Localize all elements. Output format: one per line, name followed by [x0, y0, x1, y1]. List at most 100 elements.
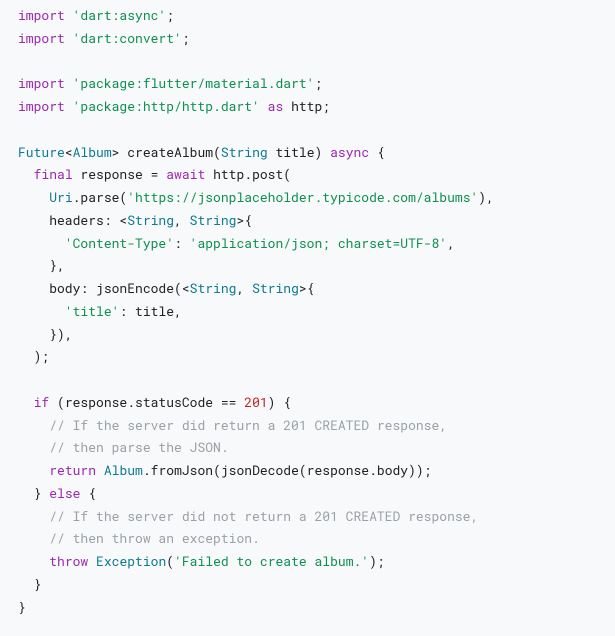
token-punct	[18, 438, 49, 456]
token-punct	[18, 552, 49, 570]
code-line: },	[18, 254, 597, 277]
token-ident: : title,	[119, 302, 181, 320]
token-ident: http	[291, 97, 322, 115]
token-type: Uri	[49, 188, 72, 206]
token-type: String	[190, 279, 237, 297]
code-line: import 'dart:convert';	[18, 27, 597, 50]
token-punct	[18, 507, 49, 525]
token-ident: title)	[268, 143, 330, 161]
code-line: // then parse the JSON.	[18, 436, 597, 459]
token-ident: .fromJson(jsonDecode(response.body));	[143, 461, 432, 479]
token-type: Album	[73, 143, 112, 161]
token-ident: response =	[73, 165, 167, 183]
token-punct: (	[213, 143, 221, 161]
code-line: 'Content-Type': 'application/json; chars…	[18, 232, 597, 255]
token-str: 'https://jsonplaceholder.typicode.com/al…	[127, 188, 478, 206]
token-punct	[18, 461, 49, 479]
code-line	[18, 118, 597, 141]
code-line: }	[18, 596, 597, 619]
token-punct: >{	[236, 211, 252, 229]
token-kw: import	[18, 29, 73, 47]
token-punct: },	[18, 256, 65, 274]
token-ident: createAlbum	[127, 143, 213, 161]
token-type: String	[252, 279, 299, 297]
token-type: Exception	[96, 552, 166, 570]
code-line: // then throw an exception.	[18, 527, 597, 550]
token-type: Album	[104, 461, 143, 479]
code-line: }	[18, 573, 597, 596]
token-type: String	[190, 211, 237, 229]
token-punct: ),	[478, 188, 494, 206]
token-comment: // If the server did return a 201 CREATE…	[49, 416, 447, 434]
token-str: 'dart:convert'	[73, 29, 182, 47]
token-ident: .parse(	[73, 188, 128, 206]
token-num: 201	[244, 393, 267, 411]
token-punct	[88, 552, 96, 570]
token-comment: // then throw an exception.	[49, 529, 260, 547]
code-line: // If the server did return a 201 CREATE…	[18, 414, 597, 437]
token-punct: {	[369, 143, 385, 161]
token-kw: throw	[49, 552, 88, 570]
code-line: body: jsonEncode(<String, String>{	[18, 277, 597, 300]
code-line	[18, 368, 597, 391]
token-punct: ,	[447, 234, 455, 252]
token-ident: headers: <	[18, 211, 127, 229]
code-block: import 'dart:async';import 'dart:convert…	[0, 0, 615, 636]
token-comment: // If the server did not return a 201 CR…	[49, 507, 478, 525]
token-ident: http.post(	[205, 165, 291, 183]
token-punct: ;	[314, 74, 322, 92]
token-punct: }	[18, 598, 26, 616]
token-str: 'dart:async'	[73, 6, 167, 24]
code-line: 'title': title,	[18, 300, 597, 323]
token-punct: ;	[322, 97, 330, 115]
code-line: return Album.fromJson(jsonDecode(respons…	[18, 459, 597, 482]
token-kw: return	[49, 461, 96, 479]
code-line: Uri.parse('https://jsonplaceholder.typic…	[18, 186, 597, 209]
code-line: );	[18, 345, 597, 368]
token-kw: as	[260, 97, 291, 115]
token-punct	[18, 188, 49, 206]
code-line: final response = await http.post(	[18, 163, 597, 186]
token-punct: (	[166, 552, 174, 570]
token-kw: else	[49, 484, 80, 502]
token-punct: ;	[166, 6, 174, 24]
token-ident: body: jsonEncode(<	[18, 279, 190, 297]
token-punct: ) {	[268, 393, 291, 411]
code-line: headers: <String, String>{	[18, 209, 597, 232]
token-kw: if	[34, 393, 50, 411]
token-punct: );	[369, 552, 385, 570]
token-kw: final	[34, 165, 73, 183]
token-kw: import	[18, 6, 73, 24]
token-punct: }),	[18, 325, 73, 343]
token-punct	[96, 461, 104, 479]
token-punct: ,	[174, 211, 190, 229]
token-punct: );	[18, 347, 49, 365]
token-kw: import	[18, 97, 73, 115]
token-punct	[18, 529, 49, 547]
token-kw: async	[330, 143, 369, 161]
token-str: 'Content-Type'	[65, 234, 174, 252]
token-punct	[18, 234, 65, 252]
code-line: if (response.statusCode == 201) {	[18, 391, 597, 414]
token-punct	[18, 393, 34, 411]
token-type: String	[221, 143, 268, 161]
token-kw: import	[18, 74, 73, 92]
token-punct: >	[112, 143, 128, 161]
token-punct	[18, 165, 34, 183]
code-line: // If the server did not return a 201 CR…	[18, 505, 597, 528]
token-punct: ;	[182, 29, 190, 47]
token-str: 'title'	[65, 302, 120, 320]
token-kw: await	[166, 165, 205, 183]
token-punct: }	[18, 484, 49, 502]
token-str: 'package:http/http.dart'	[73, 97, 260, 115]
token-comment: // then parse the JSON.	[49, 438, 228, 456]
token-type: Future	[18, 143, 65, 161]
token-str: 'application/json; charset=UTF-8'	[190, 234, 447, 252]
code-line: import 'dart:async';	[18, 4, 597, 27]
token-punct	[18, 416, 49, 434]
token-ident: (response.statusCode ==	[49, 393, 244, 411]
token-punct: :	[174, 234, 190, 252]
token-punct: }	[18, 575, 41, 593]
token-str: 'package:flutter/material.dart'	[73, 74, 315, 92]
code-line: } else {	[18, 482, 597, 505]
